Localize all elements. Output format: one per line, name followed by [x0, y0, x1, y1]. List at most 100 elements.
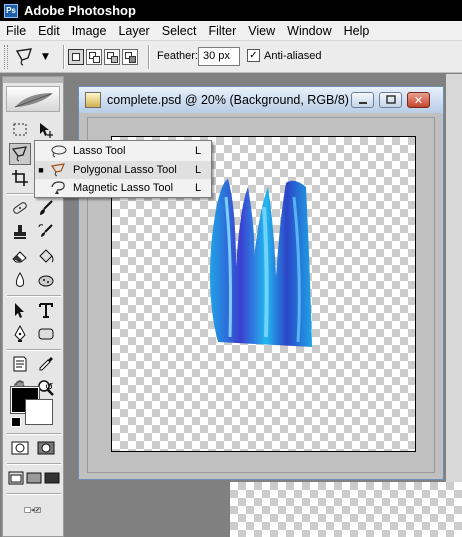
quick-mask-icon: [37, 441, 55, 455]
options-grip[interactable]: [4, 45, 8, 69]
maximize-button[interactable]: [379, 92, 402, 108]
crop-tool[interactable]: [9, 167, 31, 189]
menu-view[interactable]: View: [242, 21, 281, 41]
menu-bar: File Edit Image Layer Select Filter View…: [0, 21, 462, 41]
menu-window[interactable]: Window: [281, 21, 337, 41]
menu-help[interactable]: Help: [338, 21, 376, 41]
document-icon: [85, 92, 101, 108]
polygonal-lasso-icon: [47, 162, 69, 178]
eyedropper-tool[interactable]: [35, 353, 57, 375]
lasso-tool[interactable]: [9, 143, 31, 165]
bandage-icon: [13, 202, 27, 214]
pen-tool[interactable]: [9, 323, 31, 345]
crop-icon: [12, 170, 28, 186]
lasso-tool-flyout: Lasso Tool L ■ Polygonal Lasso Tool L Ma…: [34, 140, 212, 198]
flyout-item-label: Polygonal Lasso Tool: [73, 164, 177, 176]
default-colors-icon[interactable]: [11, 417, 21, 427]
toolbox-divider: [7, 463, 61, 465]
type-icon: [39, 303, 53, 318]
rectangular-marquee-tool[interactable]: [9, 119, 31, 141]
flyout-item-shortcut: L: [195, 182, 202, 194]
title-bar: Ps Adobe Photoshop: [0, 0, 462, 21]
feather-input[interactable]: 30 px: [198, 47, 240, 66]
options-divider: [148, 45, 150, 69]
photoshop-icon: Ps: [4, 3, 18, 18]
healing-brush-tool[interactable]: [9, 197, 31, 219]
toolbox-divider: [7, 433, 61, 435]
flyout-item-label: Magnetic Lasso Tool: [73, 182, 174, 194]
app-title: Adobe Photoshop: [24, 3, 136, 18]
flyout-item-magnetic-lasso[interactable]: Magnetic Lasso Tool L: [35, 179, 211, 197]
menu-edit[interactable]: Edit: [32, 21, 66, 41]
close-button[interactable]: ✕: [407, 92, 430, 108]
brush-icon: [40, 200, 53, 215]
flyout-item-shortcut: L: [195, 145, 202, 157]
lasso-icon: [47, 143, 69, 159]
flyout-item-lasso[interactable]: Lasso Tool L: [35, 142, 211, 160]
brush-tool[interactable]: [35, 197, 57, 219]
intersect-selection-button[interactable]: [122, 49, 138, 65]
toolbox-divider: [7, 295, 61, 297]
anti-aliased-checkbox[interactable]: ✓: [247, 49, 260, 62]
dodge-tool[interactable]: [35, 269, 57, 291]
polygonal-lasso-icon: [15, 48, 33, 66]
menu-file[interactable]: File: [0, 21, 32, 41]
clone-stamp-tool[interactable]: [9, 221, 31, 243]
flyout-item-polygonal-lasso[interactable]: ■ Polygonal Lasso Tool L: [35, 161, 211, 179]
drop-icon: [15, 272, 25, 287]
pen-icon: [14, 325, 26, 342]
anti-aliased-label: Anti-aliased: [264, 50, 322, 62]
feather-logo-icon[interactable]: [6, 86, 60, 112]
jump-to-imageready-button[interactable]: [9, 499, 57, 521]
stamp-icon: [14, 225, 26, 239]
background-canvas-area: [230, 482, 462, 537]
blur-tool[interactable]: [9, 269, 31, 291]
tool-preset-picker[interactable]: ▼: [14, 46, 58, 68]
options-bar: ▼ Feather: 30 px ✓ Anti-aliased: [0, 41, 462, 73]
new-selection-button[interactable]: [68, 49, 84, 65]
screen-mode-icon: [44, 472, 60, 484]
minimize-icon: [358, 102, 367, 104]
subtract-from-selection-button[interactable]: [104, 49, 120, 65]
menu-filter[interactable]: Filter: [202, 21, 242, 41]
menu-layer[interactable]: Layer: [112, 21, 155, 41]
rounded-rectangle-icon: [38, 328, 54, 340]
eraser-icon: [12, 251, 27, 263]
type-tool[interactable]: [35, 299, 57, 321]
move-tool[interactable]: [35, 119, 57, 141]
toolbox-header[interactable]: [3, 77, 63, 83]
marquee-icon: [13, 123, 27, 136]
magnetic-lasso-icon: [47, 180, 69, 196]
screen-mode-icon: [8, 471, 24, 485]
imageready-icon: [24, 507, 41, 513]
flyout-item-label: Lasso Tool: [73, 145, 126, 157]
screen-mode-icon: [26, 472, 42, 484]
notes-tool[interactable]: [9, 353, 31, 375]
menu-select[interactable]: Select: [156, 21, 203, 41]
chevron-down-icon: ▼: [42, 52, 49, 62]
menu-image[interactable]: Image: [66, 21, 113, 41]
selected-bullet-icon: ■: [38, 165, 44, 175]
blue-drapery-artwork: [210, 179, 312, 347]
history-brush-tool[interactable]: [35, 221, 57, 243]
minimize-button[interactable]: [351, 92, 374, 108]
paint-bucket-tool[interactable]: [35, 245, 57, 267]
background-color-swatch[interactable]: [25, 399, 53, 425]
shape-tool[interactable]: [35, 323, 57, 345]
standard-screen-mode-button[interactable]: [7, 467, 25, 489]
feather-label: Feather:: [157, 50, 198, 62]
swap-colors-icon[interactable]: ↺: [45, 383, 55, 393]
note-icon: [13, 356, 27, 372]
full-screen-mode-button[interactable]: [43, 467, 61, 489]
path-selection-tool[interactable]: [9, 299, 31, 321]
toolbox-divider: [7, 349, 61, 351]
polygonal-lasso-icon: [11, 146, 27, 162]
options-divider: [63, 45, 65, 69]
add-to-selection-button[interactable]: [86, 49, 102, 65]
standard-mode-button[interactable]: [9, 437, 31, 459]
eraser-tool[interactable]: [9, 245, 31, 267]
document-title: complete.psd @ 20% (Background, RGB/8): [107, 93, 349, 107]
eyedropper-icon: [39, 357, 53, 371]
full-screen-menu-mode-button[interactable]: [25, 467, 43, 489]
quick-mask-button[interactable]: [35, 437, 57, 459]
